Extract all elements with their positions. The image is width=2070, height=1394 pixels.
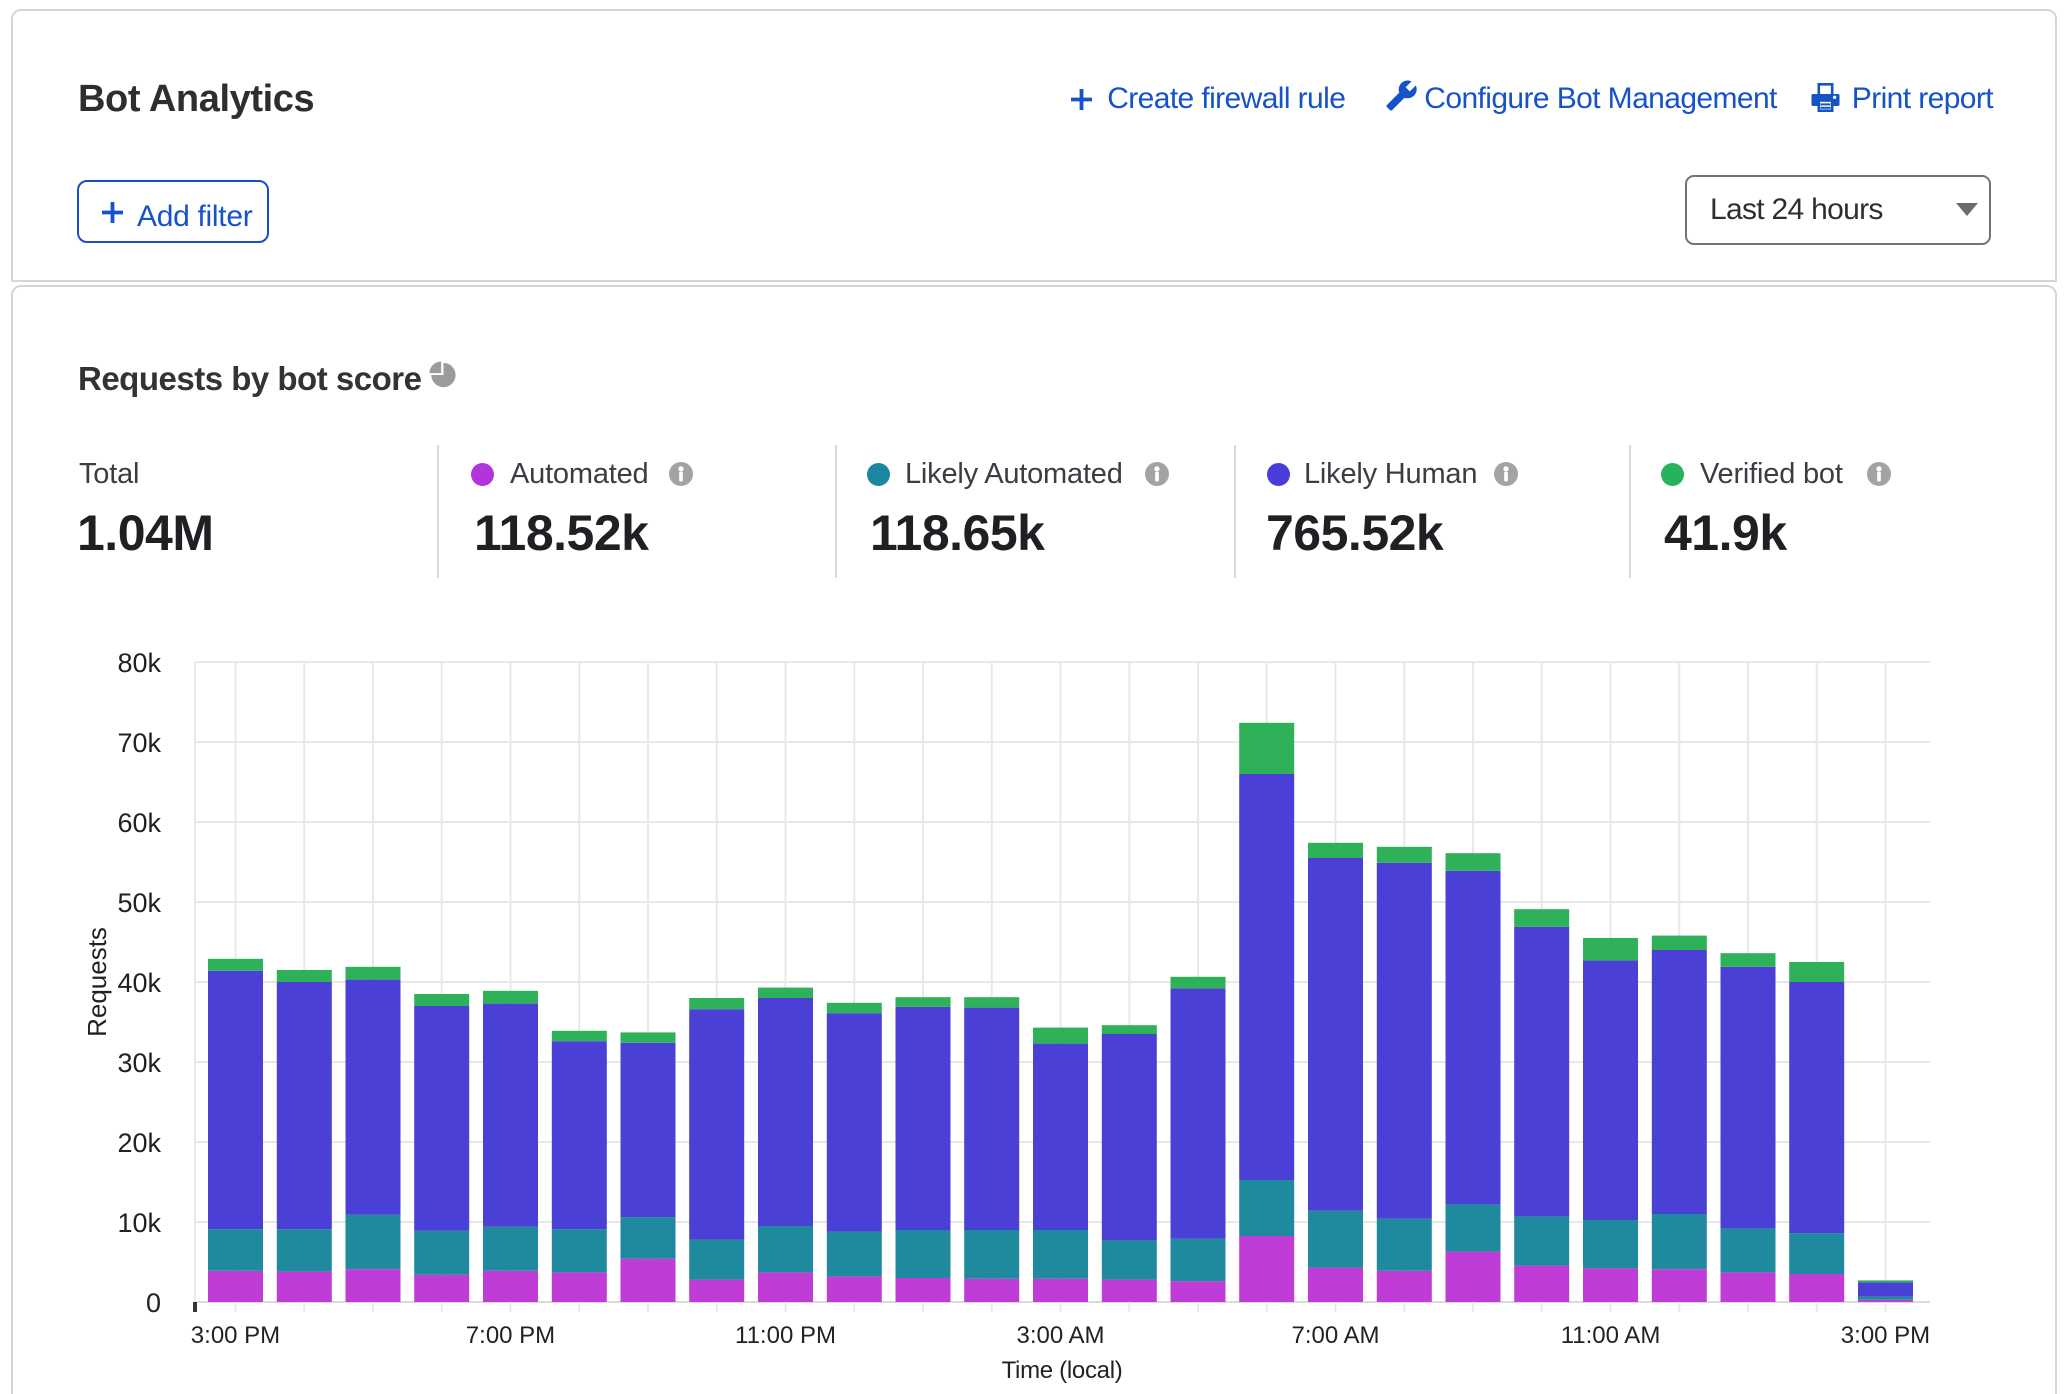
svg-text:3:00 PM: 3:00 PM [191, 1322, 280, 1349]
svg-text:30k: 30k [117, 1048, 161, 1078]
svg-text:80k: 80k [117, 648, 161, 678]
svg-text:3:00 PM: 3:00 PM [1841, 1322, 1930, 1349]
svg-text:0: 0 [146, 1288, 161, 1318]
svg-text:60k: 60k [117, 808, 161, 838]
svg-text:3:00 AM: 3:00 AM [1016, 1322, 1104, 1349]
svg-text:7:00 AM: 7:00 AM [1291, 1322, 1379, 1349]
svg-text:40k: 40k [117, 968, 161, 998]
svg-text:20k: 20k [117, 1128, 161, 1158]
svg-text:Requests: Requests [82, 927, 112, 1037]
svg-text:11:00 PM: 11:00 PM [735, 1322, 836, 1349]
svg-text:50k: 50k [117, 888, 161, 918]
svg-text:70k: 70k [117, 728, 161, 758]
svg-text:Time (local): Time (local) [1002, 1357, 1123, 1384]
svg-text:7:00 PM: 7:00 PM [466, 1322, 555, 1349]
svg-text:11:00 AM: 11:00 AM [1561, 1322, 1661, 1349]
svg-text:10k: 10k [117, 1208, 161, 1238]
